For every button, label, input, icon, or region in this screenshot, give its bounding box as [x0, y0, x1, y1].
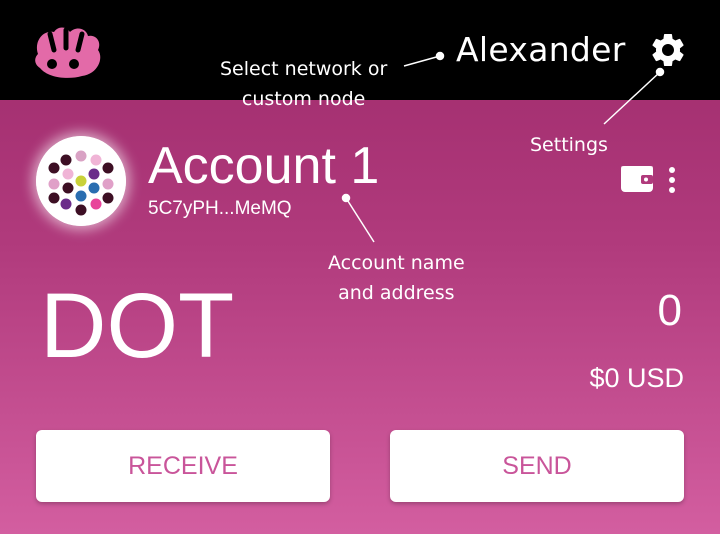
account-name[interactable]: Account 1 — [148, 136, 379, 196]
send-button[interactable]: SEND — [390, 430, 684, 502]
annotation-network-line2: custom node — [241, 88, 366, 110]
fiat-balance: $0 USD — [589, 363, 684, 393]
more-options-icon[interactable] — [660, 164, 684, 196]
wallet-icon[interactable] — [619, 164, 655, 194]
identicon-icon[interactable] — [36, 136, 126, 226]
annotation-account-line1: Account name — [328, 252, 465, 274]
token-balance: 0 — [657, 286, 682, 335]
annotation-settings: Settings — [530, 134, 608, 156]
annotation-account-line2: and address — [338, 282, 455, 304]
polkadot-logo-icon — [35, 27, 101, 78]
wallet-screen: Alexander Select network or custom node … — [0, 0, 720, 534]
annotation-network-line1: Select network or — [220, 58, 388, 80]
network-selector[interactable]: Alexander — [456, 30, 626, 69]
gear-icon[interactable] — [648, 30, 688, 70]
receive-button[interactable]: RECEIVE — [36, 430, 330, 502]
account-address[interactable]: 5C7yPH...MeMQ — [148, 198, 292, 220]
token-symbol: DOT — [40, 275, 235, 377]
annotation-account: Account name and address — [328, 248, 465, 308]
annotation-network: Select network or custom node — [220, 54, 387, 114]
